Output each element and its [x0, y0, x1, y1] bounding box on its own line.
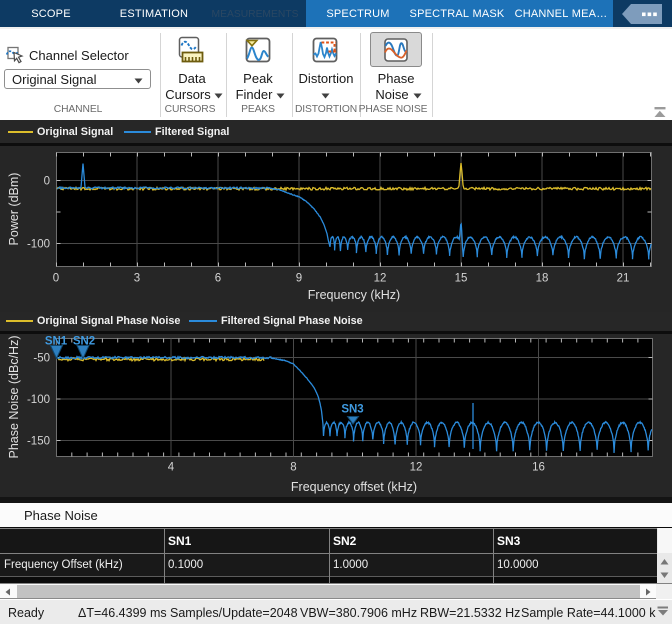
svg-text:SN2: SN2	[73, 336, 95, 348]
svg-text:-100: -100	[27, 394, 50, 406]
svg-text:-50: -50	[33, 353, 50, 365]
svg-text:SN3: SN3	[341, 404, 363, 416]
svg-text:0: 0	[53, 273, 59, 285]
svg-text:12: 12	[410, 462, 423, 474]
svg-text:3: 3	[134, 273, 140, 285]
svg-text:Phase Noise (dBc/Hz): Phase Noise (dBc/Hz)	[7, 336, 21, 459]
svg-text:9: 9	[296, 273, 302, 285]
svg-text:4: 4	[168, 462, 175, 474]
svg-text:16: 16	[532, 462, 545, 474]
svg-text:-100: -100	[27, 239, 50, 251]
svg-text:18: 18	[536, 273, 549, 285]
svg-text:8: 8	[290, 462, 296, 474]
svg-text:0: 0	[44, 176, 50, 188]
svg-text:6: 6	[215, 273, 221, 285]
svg-text:Frequency (kHz): Frequency (kHz)	[308, 288, 400, 302]
svg-text:SN1: SN1	[45, 336, 68, 348]
svg-text:Frequency offset (kHz): Frequency offset (kHz)	[291, 480, 417, 494]
svg-text:21: 21	[617, 273, 630, 285]
svg-text:15: 15	[455, 273, 468, 285]
svg-text:Power (dBm): Power (dBm)	[7, 173, 21, 246]
svg-text:12: 12	[374, 273, 387, 285]
svg-text:-150: -150	[27, 436, 50, 448]
